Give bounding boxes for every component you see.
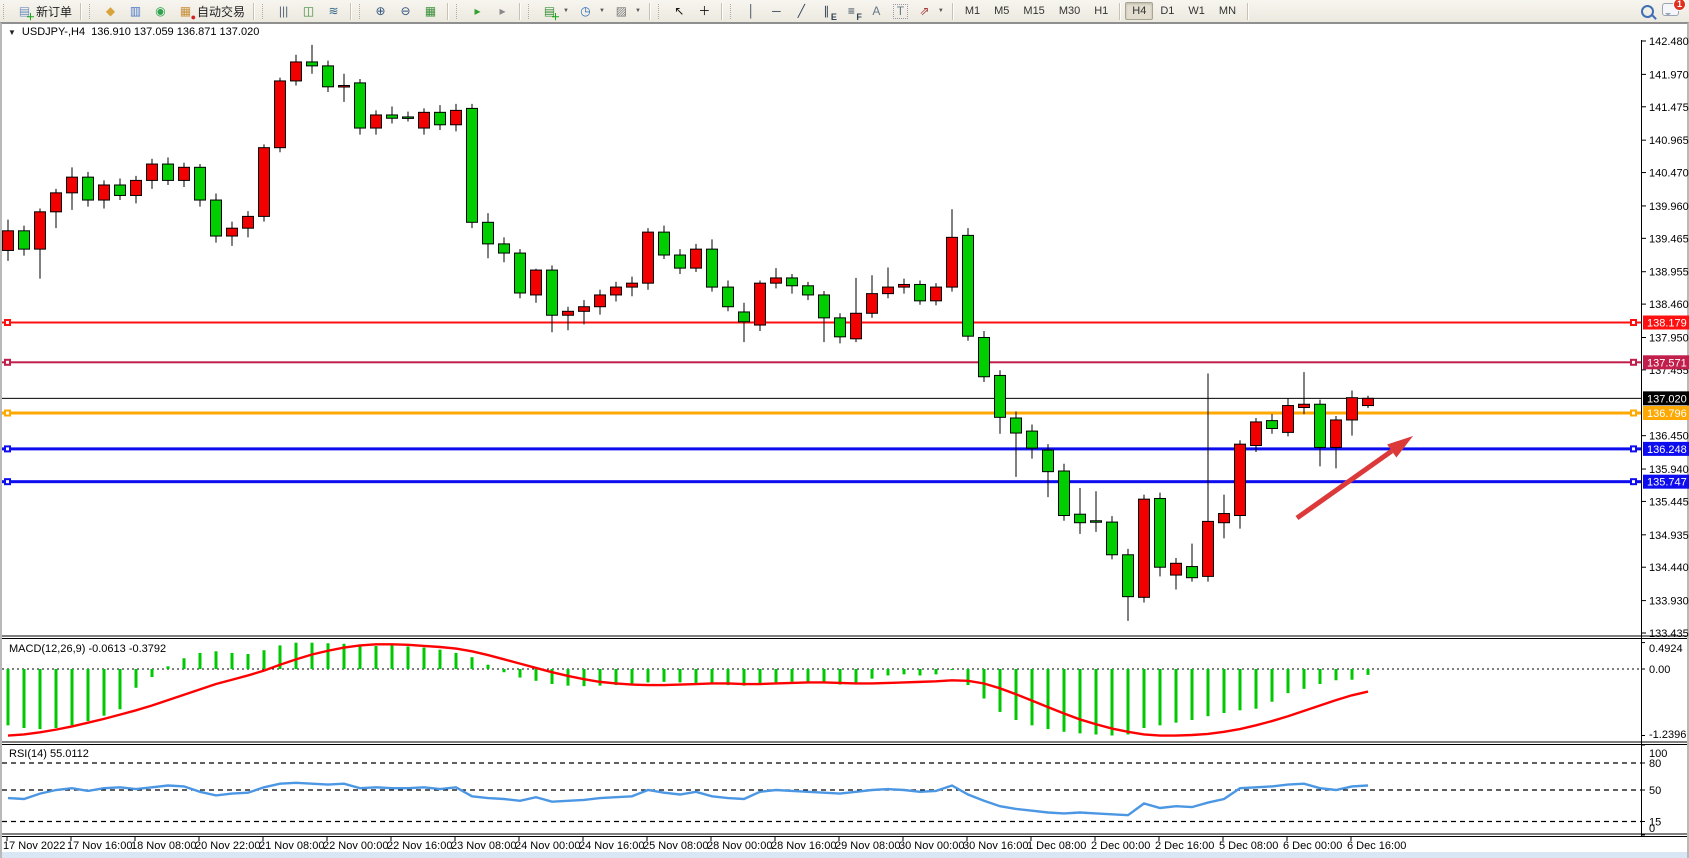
price-axis-label: 136.450 <box>1649 431 1689 443</box>
chart-canvas[interactable]: 142.480 141.970 141.475 140.965 140.470 139.9… <box>0 0 1689 858</box>
price-badge: 136.796 <box>1647 408 1687 420</box>
date-axis-label: 1 Dec 08:00 <box>1027 840 1086 852</box>
price-badge: 135.747 <box>1647 477 1687 489</box>
chart-ohlc-values: 136.910 137.059 136.871 137.020 <box>91 26 259 38</box>
date-axis-label: 17 Nov 16:00 <box>67 840 132 852</box>
price-axis-label: 139.960 <box>1649 201 1689 213</box>
rsi-axis-label: 80 <box>1649 758 1661 770</box>
price-axis-label: 135.940 <box>1649 464 1689 476</box>
price-badge: 136.248 <box>1647 444 1687 456</box>
date-axis-label: 2 Dec 00:00 <box>1091 840 1150 852</box>
date-axis-label: 18 Nov 08:00 <box>131 840 196 852</box>
date-axis-label: 28 Nov 00:00 <box>707 840 772 852</box>
macd-axis-label: 0.00 <box>1649 664 1670 676</box>
rsi-axis-label: 50 <box>1649 785 1661 797</box>
date-axis-label: 22 Nov 00:00 <box>323 840 388 852</box>
date-axis-label: 24 Nov 16:00 <box>579 840 644 852</box>
price-axis-label: 140.470 <box>1649 168 1689 180</box>
date-axis-label: 30 Nov 16:00 <box>963 840 1028 852</box>
price-axis-label: 141.475 <box>1649 102 1689 114</box>
price-axis-label: 133.435 <box>1649 628 1689 640</box>
window-bottom-strip <box>2 852 1687 858</box>
date-axis-label: 17 Nov 2022 <box>3 840 65 852</box>
date-axis-label: 6 Dec 16:00 <box>1347 840 1406 852</box>
price-axis-label: 133.930 <box>1649 596 1689 608</box>
price-axis-label: 140.965 <box>1649 135 1689 147</box>
date-axis-label: 25 Nov 08:00 <box>643 840 708 852</box>
rsi-axis-label: 0 <box>1649 823 1655 835</box>
price-axis-label: 141.970 <box>1649 69 1689 81</box>
price-axis-label: 137.950 <box>1649 332 1689 344</box>
price-badge: 137.020 <box>1647 393 1687 405</box>
price-axis-label: 135.445 <box>1649 496 1689 508</box>
chart-symbol-period: USDJPY-,H4 <box>22 26 85 38</box>
price-axis-label: 138.460 <box>1649 299 1689 311</box>
macd-axis-label: -1.2396 <box>1649 729 1686 741</box>
macd-axis-label: 0.4924 <box>1649 643 1683 655</box>
price-axis-label: 134.440 <box>1649 562 1689 574</box>
price-axis-label: 138.955 <box>1649 267 1689 279</box>
date-axis-label: 29 Nov 08:00 <box>835 840 900 852</box>
rsi-indicator-label: RSI(14) 55.0112 <box>9 748 89 760</box>
chart-dropdown-icon[interactable]: ▼ <box>8 28 16 37</box>
date-axis-label: 24 Nov 00:00 <box>515 840 580 852</box>
date-axis-label: 30 Nov 00:00 <box>899 840 964 852</box>
price-axis-label: 139.465 <box>1649 233 1689 245</box>
date-axis-label: 2 Dec 16:00 <box>1155 840 1214 852</box>
price-axis-label: 134.935 <box>1649 530 1689 542</box>
date-axis-label: 21 Nov 08:00 <box>259 840 324 852</box>
price-axis-label: 142.480 <box>1649 36 1689 48</box>
date-axis-label: 20 Nov 22:00 <box>195 840 260 852</box>
price-badge: 138.179 <box>1647 318 1687 330</box>
date-axis-label: 22 Nov 16:00 <box>387 840 452 852</box>
date-axis-label: 23 Nov 08:00 <box>451 840 516 852</box>
date-axis-label: 5 Dec 08:00 <box>1219 840 1278 852</box>
price-badge: 137.571 <box>1647 357 1687 369</box>
date-axis-label: 6 Dec 00:00 <box>1283 840 1342 852</box>
date-axis-label: 28 Nov 16:00 <box>771 840 836 852</box>
chart-title-row: ▼ USDJPY-,H4 136.910 137.059 136.871 137… <box>8 25 259 39</box>
macd-indicator-label: MACD(12,26,9) -0.0613 -0.3792 <box>9 643 166 655</box>
